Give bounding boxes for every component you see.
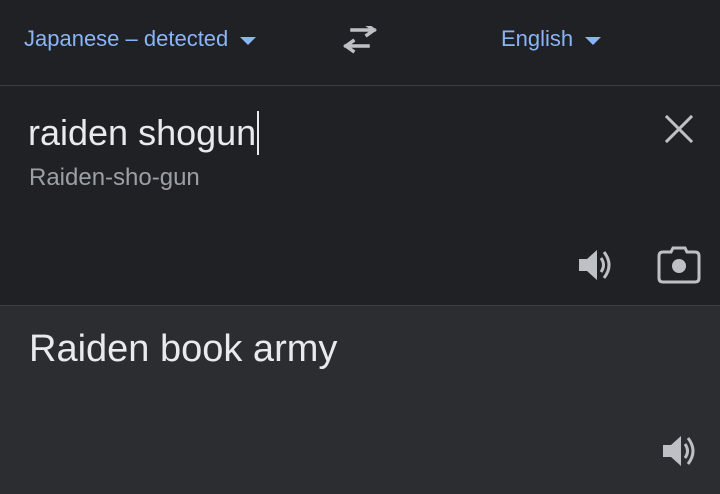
translation-text: Raiden book army (29, 328, 338, 370)
text-cursor (257, 111, 260, 155)
speaker-icon[interactable] (576, 246, 614, 284)
language-bar: Japanese – detected English (0, 0, 720, 86)
source-language-selector[interactable]: Japanese – detected (24, 26, 257, 52)
close-icon[interactable] (662, 112, 696, 146)
source-text-input[interactable]: raiden shogun (28, 110, 260, 156)
chevron-down-icon (240, 36, 257, 45)
source-text: raiden shogun (28, 112, 257, 153)
input-panel[interactable]: raiden shogun Raiden-sho-gun (0, 86, 720, 306)
output-panel: Raiden book army (0, 306, 720, 494)
target-language-label: English (501, 26, 574, 51)
target-language-selector[interactable]: English (501, 26, 602, 52)
speaker-icon[interactable] (660, 432, 698, 470)
source-language-label: Japanese – detected (24, 26, 229, 51)
swap-arrows-icon[interactable] (340, 26, 380, 60)
camera-icon[interactable] (657, 246, 701, 284)
translate-app: Japanese – detected English raiden shogu… (0, 0, 720, 494)
chevron-down-icon (585, 36, 602, 45)
transliteration-text: Raiden-sho-gun (29, 164, 200, 191)
